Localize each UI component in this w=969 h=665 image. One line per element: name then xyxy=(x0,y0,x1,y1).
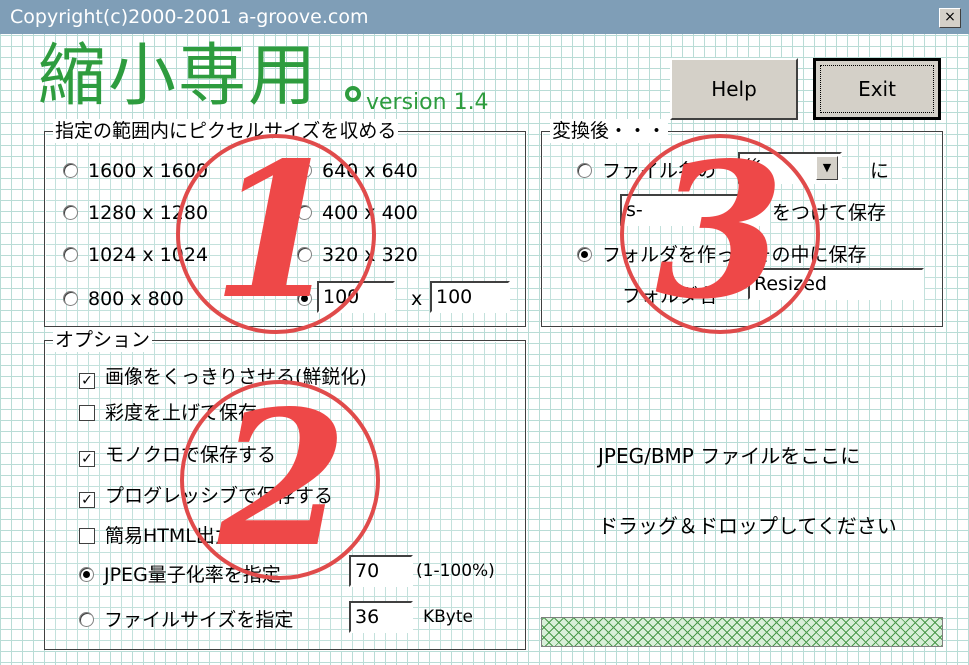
position-select[interactable]: 後 ▼ xyxy=(738,152,842,184)
filesize-unit: KByte xyxy=(423,607,473,627)
radio-800[interactable] xyxy=(63,291,78,306)
radio-1600[interactable] xyxy=(63,163,78,178)
size-option-640[interactable]: 640 x 640 xyxy=(297,159,418,183)
filesize-input[interactable]: 36 xyxy=(349,601,413,633)
size-option-400[interactable]: 400 x 400 xyxy=(297,201,418,225)
size-option-1024[interactable]: 1024 x 1024 xyxy=(63,243,208,267)
progressive-checkbox[interactable]: ✓ xyxy=(79,492,95,508)
size-label-1280: 1280 x 1280 xyxy=(88,202,209,224)
size-group: 指定の範囲内にピクセルサイズを収める 1600 x 1600 640 x 640… xyxy=(44,119,526,327)
radio-320[interactable] xyxy=(297,247,312,262)
mono-label: モノクロで保存する xyxy=(105,444,277,466)
radio-jpeg-quality[interactable] xyxy=(79,567,94,582)
saturation-checkbox[interactable] xyxy=(79,405,95,421)
close-button[interactable]: × xyxy=(939,8,961,28)
chevron-down-icon[interactable]: ▼ xyxy=(816,156,838,180)
folder-option-label: フォルダを作ってその中に保存 xyxy=(602,244,867,266)
size-label-320: 320 x 320 xyxy=(322,244,418,266)
radio-1024[interactable] xyxy=(63,247,78,262)
folder-name-label: フォルダ名 xyxy=(622,285,718,307)
size-option-320[interactable]: 320 x 320 xyxy=(297,243,418,267)
sharpen-checkbox[interactable]: ✓ xyxy=(79,373,95,389)
mono-checkbox[interactable]: ✓ xyxy=(79,451,95,467)
radio-400[interactable] xyxy=(297,205,312,220)
html-option[interactable]: 簡易HTML出力 xyxy=(79,524,234,548)
radio-custom[interactable] xyxy=(297,291,312,306)
radio-1280[interactable] xyxy=(63,205,78,220)
size-label-1600: 1600 x 1600 xyxy=(88,160,209,182)
title-bar-text: Copyright(c)2000-2001 a-groove.com xyxy=(10,6,369,28)
radio-filename[interactable] xyxy=(577,163,592,178)
radio-640[interactable] xyxy=(297,163,312,178)
size-label-800: 800 x 800 xyxy=(88,288,184,310)
progressive-label: プログレッシブで保存する xyxy=(105,485,334,507)
custom-x-label: x xyxy=(411,288,423,310)
filesize-label: ファイルサイズを指定 xyxy=(104,609,294,631)
title-dot xyxy=(345,86,361,102)
jpeg-quality-input[interactable]: 70 xyxy=(349,555,413,587)
progress-bar xyxy=(541,617,943,647)
version-label: version 1.4 xyxy=(366,90,489,115)
jpeg-range-label: (1-100%) xyxy=(416,561,495,581)
size-label-640: 640 x 640 xyxy=(322,160,418,182)
jpeg-quality-label: JPEG量子化率を指定 xyxy=(104,564,281,586)
convert-group-legend: 変換後・・・ xyxy=(550,119,669,143)
append-label: をつけて保存 xyxy=(772,202,887,224)
drop-hint-line2: ドラッグ＆ドロップしてください xyxy=(598,514,897,538)
progressive-option[interactable]: ✓ プログレッシブで保存する xyxy=(79,484,333,508)
folder-name-input[interactable]: Resized xyxy=(748,268,924,300)
mono-option[interactable]: ✓ モノクロで保存する xyxy=(79,443,276,467)
help-button[interactable]: Help xyxy=(670,58,798,120)
options-group-legend: オプション xyxy=(53,328,153,352)
saturation-label: 彩度を上げて保存 xyxy=(105,402,258,424)
ni-label: に xyxy=(870,160,890,182)
help-button-label: Help xyxy=(711,77,757,101)
size-option-1280[interactable]: 1280 x 1280 xyxy=(63,201,208,225)
html-checkbox[interactable] xyxy=(79,528,95,544)
folder-option[interactable]: フォルダを作ってその中に保存 xyxy=(577,243,866,267)
filename-label: ファイル名の xyxy=(602,160,717,182)
exit-button[interactable]: Exit xyxy=(813,58,941,120)
saturation-option[interactable]: 彩度を上げて保存 xyxy=(79,401,257,425)
radio-folder[interactable] xyxy=(577,247,592,262)
custom-height-input[interactable]: 100 xyxy=(430,281,510,313)
sharpen-label: 画像をくっきりさせる(鮮鋭化) xyxy=(105,366,367,388)
size-option-800[interactable]: 800 x 800 xyxy=(63,287,184,311)
radio-filesize[interactable] xyxy=(79,612,94,627)
convert-group: 変換後・・・ ファイル名の 後 ▼ に s- をつけて保存 フォルダを作ってその中… xyxy=(541,119,943,327)
jpeg-quality-option[interactable]: JPEG量子化率を指定 xyxy=(79,563,281,587)
position-select-value: 後 xyxy=(744,157,764,179)
drop-hint-line1: JPEG/BMP ファイルをここに xyxy=(598,444,861,468)
exit-button-label: Exit xyxy=(820,65,934,113)
filesize-option[interactable]: ファイルサイズを指定 xyxy=(79,608,293,632)
options-group: オプション ✓ 画像をくっきりさせる(鮮鋭化) 彩度を上げて保存 ✓ モノクロで保存… xyxy=(44,328,526,650)
title-bar: Copyright(c)2000-2001 a-groove.com × xyxy=(0,0,969,34)
size-label-1024: 1024 x 1024 xyxy=(88,244,209,266)
app-title: 縮小専用 xyxy=(38,37,319,116)
size-label-400: 400 x 400 xyxy=(322,202,418,224)
html-label: 簡易HTML出力 xyxy=(105,525,234,547)
filename-option[interactable]: ファイル名の xyxy=(577,159,716,183)
sharpen-option[interactable]: ✓ 画像をくっきりさせる(鮮鋭化) xyxy=(79,365,367,389)
prefix-input[interactable]: s- xyxy=(620,194,770,226)
size-option-1600[interactable]: 1600 x 1600 xyxy=(63,159,208,183)
size-group-legend: 指定の範囲内にピクセルサイズを収める xyxy=(53,119,399,143)
custom-width-input[interactable]: 100 xyxy=(317,281,395,313)
